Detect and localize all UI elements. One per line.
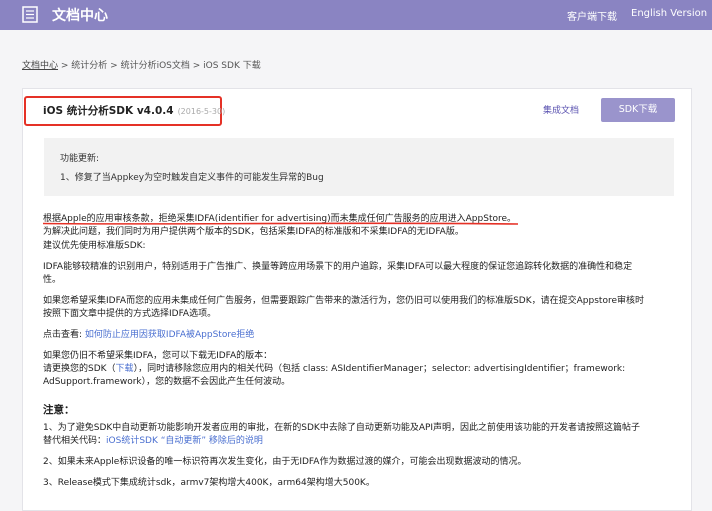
note-3: 3、Release模式下集成统计sdk，armv7架构增大400K，arm64架… [43,478,375,488]
breadcrumb-item-ios-docs[interactable]: 统计分析iOS文档 [121,61,190,71]
note-1-line-2: 替代相关代码：iOS统计SDK “自动更新” 移除后的说明 [43,433,263,446]
paragraph-replace-sdk-1: 请更换您的SDK（下载），同时请移除您应用内的相关代码（包括 class: AS… [43,361,625,374]
paragraph-idfa-benefit-1: IDFA能够较精准的识别用户，特别适用于广告推广、换量等跨应用场景下的用户追踪，… [43,262,633,272]
note-2: 2、如果未来Apple标识设备的唯一标识符再次发生变化，由于无IDFA作为数据过… [43,457,527,467]
replace-sdk-suffix: ），同时请移除您应用内的相关代码（包括 class: ASIdentifierM… [133,364,626,374]
breadcrumb-separator: > [107,61,121,71]
breadcrumb: 文档中心 > 统计分析 > 统计分析iOS文档 > iOS SDK 下载 [22,58,261,71]
english-version-link[interactable]: English Version [631,8,707,19]
top-header: 文档中心 客户端下载 English Version [0,0,712,30]
app-title[interactable]: 文档中心 [52,5,108,25]
update-notes-item: 1、修复了当Appkey为空时触发自定义事件的可能发生异常的Bug [60,173,324,183]
breadcrumb-item-stats[interactable]: 统计分析 [71,61,107,71]
breadcrumb-separator: > [189,61,204,71]
document-icon [22,6,38,23]
sdk-download-button[interactable]: SDK下载 [601,98,675,122]
auto-update-removal-link[interactable]: iOS统计SDK “自动更新” 移除后的说明 [106,436,263,446]
paragraph-two-versions: 为解决此问题，我们同时为用户提供两个版本的SDK，包括采集IDFA的标准版和不采… [43,227,464,237]
replace-sdk-prefix: 请更换您的SDK（ [43,364,116,374]
integration-doc-link[interactable]: 集成文档 [543,103,579,116]
no-idfa-download-link[interactable]: 下载 [116,364,134,374]
paragraph-click-view: 点击查看: 如何防止应用因获取IDFA被AppStore拒绝 [43,327,254,340]
breadcrumb-item-doc-center[interactable]: 文档中心 [22,61,58,71]
update-notes-title: 功能更新: [60,154,100,164]
breadcrumb-separator: > [58,61,72,71]
note-1-prefix: 替代相关代码： [43,436,107,446]
breadcrumb-item-current: iOS SDK 下载 [203,61,261,71]
notes-title: 注意： [43,404,75,416]
click-view-label: 点击查看: [43,330,83,340]
paragraph-review-option-2: 按照下面文章中提供的方式选择IDFA选项。 [43,309,217,319]
paragraph-no-idfa: 如果您仍旧不希望采集IDFA，您可以下载无IDFA的版本： [43,351,273,361]
note-1-line-1: 1、为了避免SDK中自动更新功能影响开发者应用的审批，在新的SDK中去除了自动更… [43,423,641,433]
update-notes-box [44,138,674,196]
sdk-title: iOS 统计分析SDK v4.0.4 (2016-5-30) [43,103,225,118]
client-download-link[interactable]: 客户端下载 [567,8,617,23]
paragraph-idfa-benefit-2: 性。 [43,275,62,285]
sdk-release-date: (2016-5-30) [177,107,226,116]
sdk-title-text: iOS 统计分析SDK v4.0.4 [43,105,174,117]
idfa-rejection-guide-link[interactable]: 如何防止应用因获取IDFA被AppStore拒绝 [85,330,254,340]
paragraph-replace-sdk-2: AdSupport.framework），您的数据不会因此产生任何波动。 [43,377,291,387]
paragraph-recommend: 建议优先使用标准版SDK: [43,241,146,251]
paragraph-review-option-1: 如果您希望采集IDFA而您的应用未集成任何广告服务，但需要跟踪广告带来的激活行为… [43,296,644,306]
